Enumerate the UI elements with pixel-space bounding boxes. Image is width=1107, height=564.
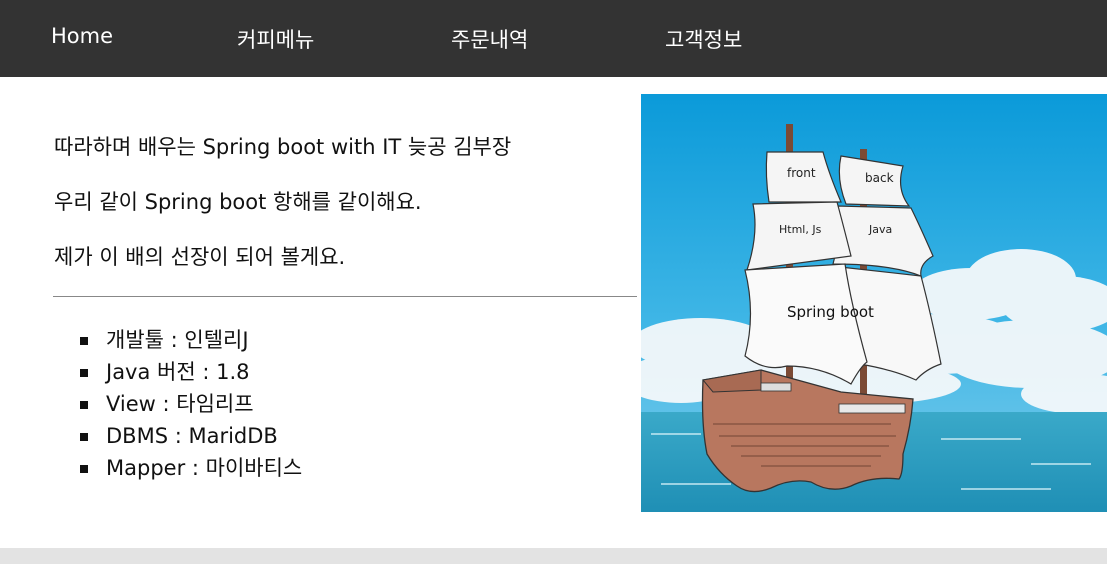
intro-line-2: 우리 같이 Spring boot 항해를 같이해요. (54, 190, 422, 214)
sail-label-back: back (865, 171, 894, 185)
nav-order-history-link[interactable]: 주문내역 (451, 24, 528, 54)
nav-coffee-menu-link[interactable]: 커피메뉴 (237, 24, 314, 54)
sail-label-java: Java (869, 223, 893, 236)
nav-home-link[interactable]: Home (51, 24, 113, 48)
tech-stack-list: 개발툴 : 인텔리J Java 버전 : 1.8 View : 타임리프 DBM… (80, 324, 302, 484)
square-bullet-icon (80, 369, 88, 377)
square-bullet-icon (80, 433, 88, 441)
list-item: Java 버전 : 1.8 (80, 356, 302, 388)
intro-line-1: 따라하며 배우는 Spring boot with IT 늦공 김부장 (54, 135, 512, 159)
list-item: DBMS : MaridDB (80, 420, 302, 452)
section-divider (53, 296, 637, 297)
nav-customer-info-link[interactable]: 고객정보 (665, 24, 742, 54)
sail-label-html-js: Html, Js (779, 223, 822, 236)
list-item-text: Java 버전 : 1.8 (106, 360, 250, 384)
sail-label-front: front (787, 166, 816, 180)
list-item-text: Mapper : 마이바티스 (106, 456, 303, 480)
footer-band (0, 548, 1107, 564)
list-item: View : 타임리프 (80, 388, 302, 420)
square-bullet-icon (80, 337, 88, 345)
list-item-text: DBMS : MaridDB (106, 424, 278, 448)
square-bullet-icon (80, 401, 88, 409)
list-item-text: View : 타임리프 (106, 392, 254, 416)
intro-line-3: 제가 이 배의 선장이 되어 볼게요. (54, 245, 346, 269)
list-item: Mapper : 마이바티스 (80, 452, 302, 484)
sailing-ship-image: front back Html, Js Java Spring boot (641, 94, 1107, 512)
list-item: 개발툴 : 인텔리J (80, 324, 302, 356)
list-item-text: 개발툴 : 인텔리J (106, 328, 249, 352)
ship-illustration-icon (641, 94, 1107, 512)
square-bullet-icon (80, 465, 88, 473)
top-navigation-bar: Home 커피메뉴 주문내역 고객정보 (0, 0, 1107, 77)
sail-label-spring-boot: Spring boot (787, 303, 874, 321)
